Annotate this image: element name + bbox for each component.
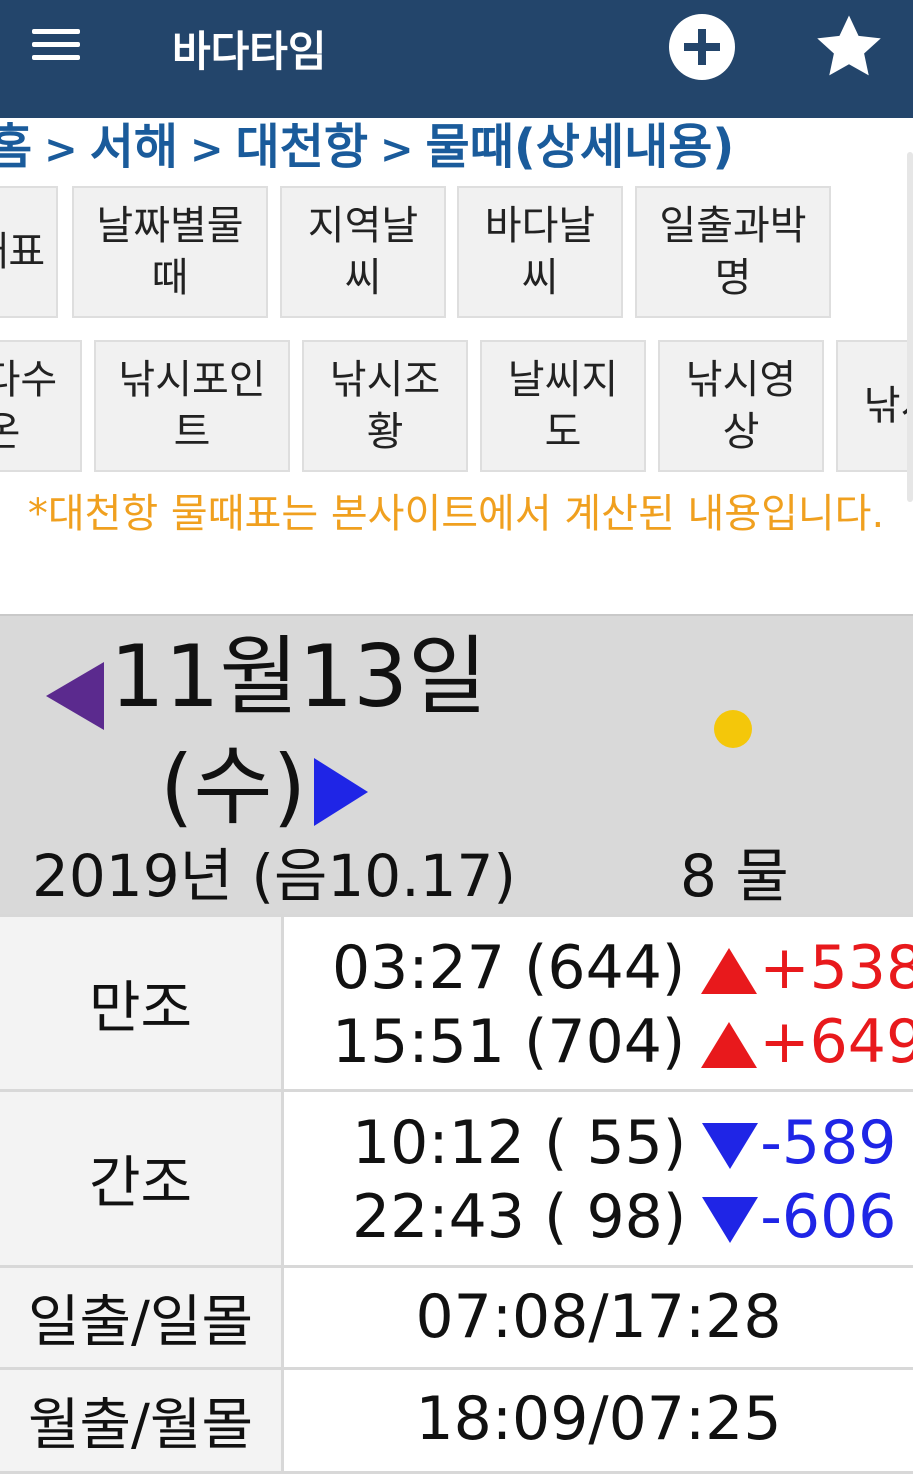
sun-value-cell: 07:08/17:28 bbox=[284, 1268, 913, 1367]
date-panel: 11월13일 (수) 2019년 (음10.17) 8 물 bbox=[0, 614, 913, 916]
breadcrumb: 홈 > 서해 > 대천항 > 물때(상세내용) bbox=[0, 116, 734, 178]
tide-change: -589 bbox=[760, 1108, 897, 1178]
lunar-date: 2019년 (음10.17) bbox=[32, 842, 517, 910]
moon-phase-icon bbox=[714, 710, 752, 748]
moon-value-cell: 18:09/07:25 bbox=[284, 1370, 913, 1471]
nav-sea-temp[interactable]: 바다수온 bbox=[0, 340, 82, 472]
fall-triangle-icon bbox=[702, 1123, 759, 1170]
nav-fishing-video[interactable]: 낚시영상 bbox=[658, 340, 824, 472]
table-row-sun: 일출/일몰 07:08/17:28 bbox=[0, 1268, 913, 1370]
next-day-arrow-icon[interactable] bbox=[314, 758, 368, 826]
moon-label: 월출/월몰 bbox=[0, 1370, 284, 1471]
breadcrumb-separator: > bbox=[380, 127, 414, 173]
scrollbar[interactable] bbox=[907, 152, 913, 502]
high-tide-entry: 15:51 (704) +649 bbox=[332, 1005, 913, 1079]
table-row-moon: 월출/월몰 18:09/07:25 bbox=[0, 1370, 913, 1474]
nav-sea-weather[interactable]: 바다날씨 bbox=[457, 186, 623, 318]
app-title: 바다타임 bbox=[172, 27, 327, 76]
table-row-low-tide: 간조 10:12 ( 55) -589 22:43 ( 98) -606 bbox=[0, 1092, 913, 1268]
star-icon[interactable] bbox=[812, 10, 886, 84]
low-tide-entry: 10:12 ( 55) -589 bbox=[352, 1106, 896, 1180]
low-tide-entry: 22:43 ( 98) -606 bbox=[352, 1180, 896, 1254]
tide-level: (644) bbox=[524, 933, 686, 1003]
prev-day-arrow-icon[interactable] bbox=[46, 662, 104, 730]
menu-icon[interactable] bbox=[32, 29, 82, 61]
breadcrumb-separator: > bbox=[44, 127, 78, 173]
rise-triangle-icon bbox=[701, 948, 758, 995]
date-weekday: (수) bbox=[160, 737, 307, 837]
tide-level: ( 55) bbox=[544, 1108, 687, 1178]
moon-times: 18:09/07:25 bbox=[415, 1384, 782, 1454]
tide-level: (704) bbox=[524, 1007, 686, 1077]
nav-fishing-boat[interactable]: 낚시배 bbox=[836, 340, 913, 472]
fall-triangle-icon bbox=[702, 1197, 759, 1244]
date-month-day: 11월13일 bbox=[110, 627, 488, 727]
breadcrumb-home[interactable]: 홈 bbox=[0, 119, 32, 175]
high-tide-label: 만조 bbox=[0, 917, 284, 1089]
nav-weather-map[interactable]: 날씨지도 bbox=[480, 340, 646, 472]
breadcrumb-current: 물때(상세내용) bbox=[425, 119, 735, 175]
nav-tide-by-date[interactable]: 날짜별물때 bbox=[72, 186, 268, 318]
app-bar: 바다타임 bbox=[0, 0, 913, 118]
add-circle-icon[interactable] bbox=[669, 14, 735, 80]
breadcrumb-port[interactable]: 대천항 bbox=[236, 119, 368, 175]
sun-times: 07:08/17:28 bbox=[415, 1282, 782, 1352]
tide-change: -606 bbox=[760, 1182, 897, 1252]
nav-fishing-report[interactable]: 낚시조황 bbox=[302, 340, 468, 472]
sun-label: 일출/일몰 bbox=[0, 1268, 284, 1367]
tide-time: 22:43 bbox=[352, 1182, 525, 1252]
nav-tide-table[interactable]: 물때표 bbox=[0, 186, 58, 318]
table-row-high-tide: 만조 03:27 (644) +538 15:51 (704) +649 bbox=[0, 914, 913, 1092]
tide-level: ( 98) bbox=[544, 1182, 687, 1252]
tide-phase: 8 물 bbox=[680, 842, 789, 910]
nav-row-2: 바다수온 낚시포인트 낚시조황 날씨지도 낚시영상 낚시배 bbox=[0, 340, 913, 476]
tide-change: +538 bbox=[759, 933, 913, 1003]
notice-text: *대천항 물때표는 본사이트에서 계산된 내용입니다. bbox=[27, 491, 885, 537]
tide-time: 10:12 bbox=[352, 1108, 525, 1178]
high-tide-values: 03:27 (644) +538 15:51 (704) +649 bbox=[284, 917, 913, 1089]
tide-time: 15:51 bbox=[332, 1007, 505, 1077]
nav-fishing-point[interactable]: 낚시포인트 bbox=[94, 340, 290, 472]
rise-triangle-icon bbox=[701, 1022, 758, 1069]
nav-row-1: 물때표 날짜별물때 지역날씨 바다날씨 일출과박명 bbox=[0, 186, 913, 322]
low-tide-label: 간조 bbox=[0, 1092, 284, 1265]
breadcrumb-region[interactable]: 서해 bbox=[90, 119, 178, 175]
tide-time: 03:27 bbox=[332, 933, 505, 1003]
breadcrumb-separator: > bbox=[190, 127, 224, 173]
nav-local-weather[interactable]: 지역날씨 bbox=[280, 186, 446, 318]
high-tide-entry: 03:27 (644) +538 bbox=[332, 931, 913, 1005]
tide-change: +649 bbox=[759, 1007, 913, 1077]
low-tide-values: 10:12 ( 55) -589 22:43 ( 98) -606 bbox=[284, 1092, 913, 1265]
nav-sunrise-twilight[interactable]: 일출과박명 bbox=[635, 186, 831, 318]
